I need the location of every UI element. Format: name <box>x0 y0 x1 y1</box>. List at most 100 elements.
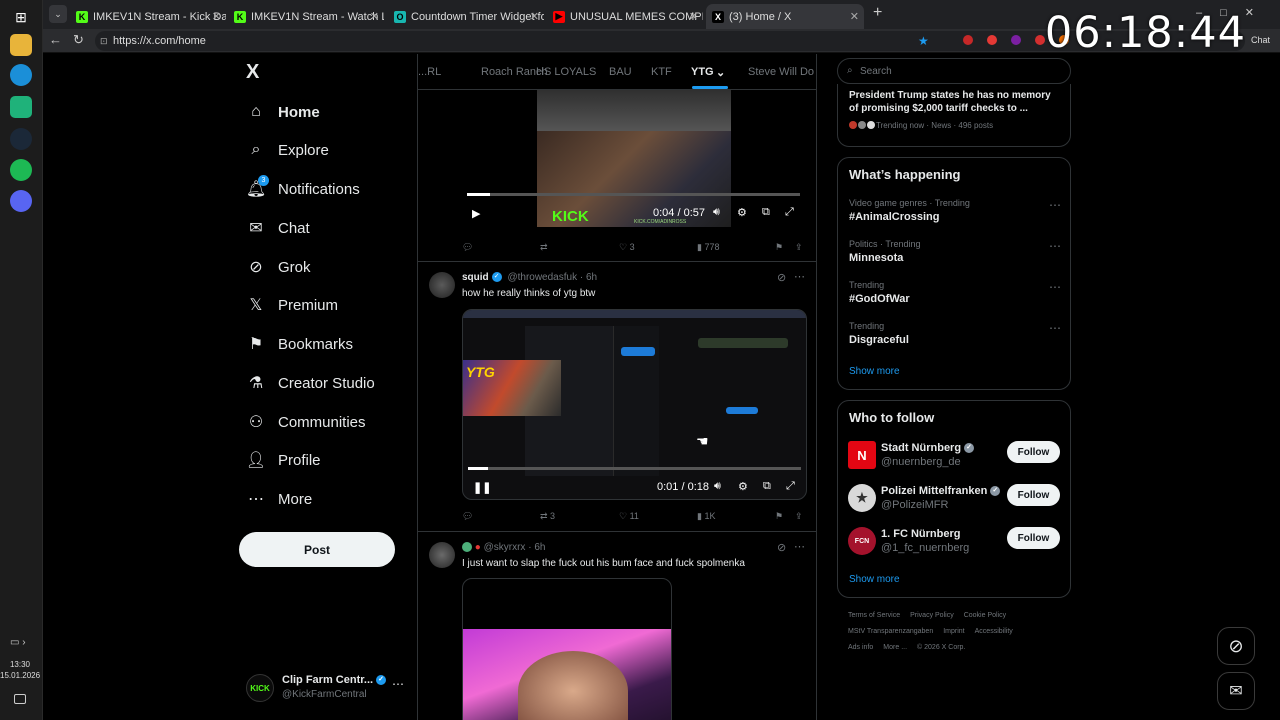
tab-close-icon[interactable]: ✕ <box>212 10 221 23</box>
grok-icon[interactable]: ⊘ <box>777 271 786 284</box>
bookmark-icon[interactable]: ⚑ <box>775 511 783 522</box>
like-icon[interactable]: ♡ 11 <box>619 511 639 522</box>
video-progress-bar[interactable] <box>467 193 800 196</box>
video-progress-bar[interactable] <box>468 467 801 470</box>
post-2-video[interactable]: YTG ❚❚ 0:01 / 0:18 🔊︎ ⚙ ⧉ ⤢ <box>462 309 807 500</box>
reply-icon[interactable]: 💬︎ <box>462 242 473 253</box>
post-2-handle[interactable]: @throwedasfuk <box>507 272 577 283</box>
tray-arrow-icon[interactable]: ▭ › <box>10 637 26 648</box>
volume-icon[interactable]: 🔊︎ <box>714 480 721 493</box>
browser-tab[interactable]: K IMKEV1N Stream - Kick Dashboard✕ <box>70 4 226 29</box>
nav-notifications[interactable]: 🔔︎ 3 Notifications <box>246 174 360 204</box>
nav-bookmarks[interactable]: ⚑ Bookmarks <box>246 329 353 359</box>
footer-link[interactable]: Cookie Policy <box>964 612 1006 619</box>
notification-center-icon[interactable] <box>14 694 26 704</box>
search-box[interactable]: ⌕ Search <box>837 58 1071 84</box>
spotify-icon[interactable] <box>10 159 32 181</box>
repost-icon[interactable]: ⇄ 3 <box>540 511 555 522</box>
new-tab-button[interactable]: + <box>873 4 882 22</box>
pip-icon[interactable]: ⧉ <box>763 480 771 493</box>
footer-link[interactable]: Privacy Policy <box>910 612 954 619</box>
trend-item[interactable]: Trending #GodOfWar ⋯ <box>849 280 1061 305</box>
site-info-icon[interactable]: ⊡ <box>100 31 108 51</box>
post-2-avatar[interactable] <box>429 272 455 298</box>
windows-start-icon[interactable]: ⊞ <box>10 6 32 28</box>
post-button[interactable]: Post <box>239 532 395 567</box>
nav-more[interactable]: ⋯ More <box>246 484 312 514</box>
trend-item[interactable]: Video game genres · Trending #AnimalCross… <box>849 198 1061 223</box>
steam-icon[interactable] <box>10 128 32 150</box>
x-logo-icon[interactable]: X <box>246 61 259 84</box>
nav-communities[interactable]: ⚇ Communities <box>246 407 366 437</box>
reload-icon[interactable]: ↻ <box>73 32 84 48</box>
favorite-star-icon[interactable]: ★ <box>918 31 929 51</box>
post-2-author[interactable]: squid <box>462 272 489 283</box>
show-more-follow[interactable]: Show more <box>849 574 900 585</box>
post-more-icon[interactable]: ⋯ <box>794 540 805 553</box>
share-icon[interactable]: ⇪ <box>795 242 803 253</box>
play-icon[interactable]: ▶ <box>472 207 480 220</box>
news-panel[interactable]: President Trump states he has no memory … <box>837 84 1071 147</box>
timeline-tab[interactable]: ...RL <box>418 66 441 78</box>
like-icon[interactable]: ♡ 3 <box>619 242 635 253</box>
post-more-icon[interactable]: ⋯ <box>794 270 805 283</box>
nav-premium[interactable]: 𝕏 Premium <box>246 290 338 320</box>
account-more-icon[interactable]: ⋯ <box>392 677 404 691</box>
footer-link[interactable]: Ads info <box>848 644 873 651</box>
share-icon[interactable]: ⇪ <box>795 511 803 522</box>
account-switcher[interactable]: KICK Clip Farm Centr... ✓ @KickFarmCentra… <box>246 672 406 706</box>
nav-creator-studio[interactable]: ⚗ Creator Studio <box>246 368 375 398</box>
edge-browser-icon[interactable] <box>10 64 32 86</box>
timeline-tab[interactable]: BAU <box>609 66 632 78</box>
news-headline[interactable]: President Trump states he has no memory … <box>849 89 1061 115</box>
fullscreen-icon[interactable]: ⤢ <box>786 480 795 493</box>
grok-icon[interactable]: ⊘ <box>777 541 786 554</box>
nav-explore[interactable]: ⌕ Explore <box>246 135 329 165</box>
volume-icon[interactable]: 🔊︎ <box>713 206 720 219</box>
settings-icon[interactable]: ⚙ <box>737 206 747 219</box>
search-input[interactable]: Search <box>860 66 892 77</box>
footer-link[interactable]: Accessibility <box>975 628 1013 635</box>
views-icon[interactable]: ▮ 778 <box>697 242 719 253</box>
file-explorer-icon[interactable] <box>10 34 32 56</box>
browser-tab[interactable]: ▶ UNUSUAL MEMES COMPILATION✕ <box>547 4 703 29</box>
footer-link[interactable]: More ... <box>883 644 907 651</box>
discord-icon[interactable] <box>10 190 32 212</box>
post-1[interactable]: KICK KICK.COM/ADINROSS ▶ 0:04 / 0:57 🔊︎ … <box>418 85 816 262</box>
post-3[interactable]: ● @skyrxrx · 6h ⊘ ⋯ I just want to slap … <box>418 532 816 720</box>
footer-link[interactable]: © 2026 X Corp. <box>917 644 965 651</box>
tab-list-chevron-icon[interactable]: ⌄ <box>49 5 67 23</box>
timeline-tab[interactable]: HS LOYALS <box>536 66 596 78</box>
post-1-video[interactable]: KICK KICK.COM/ADINROSS ▶ 0:04 / 0:57 🔊︎ … <box>462 85 807 233</box>
nav-grok[interactable]: ⊘ Grok <box>246 252 310 282</box>
browser-tab[interactable]: X (3) Home / X ✕ <box>706 4 864 29</box>
chevron-down-icon[interactable]: ⌄ <box>716 66 725 79</box>
follow-suggestion[interactable]: N Stadt Nürnberg ✓ @nuernberg_de Follow <box>848 441 1062 473</box>
timeline-tab[interactable]: YTG <box>691 66 714 78</box>
browser-chat-label[interactable]: Chat <box>1251 35 1270 45</box>
browser-tab[interactable]: K IMKEV1N Stream - Watch Live on✕ <box>228 4 384 29</box>
follow-button[interactable]: Follow <box>1007 484 1060 506</box>
trend-more-icon[interactable]: ⋯ <box>1049 321 1061 335</box>
timeline-tab[interactable]: Steve Will Do It <box>748 66 816 78</box>
fullscreen-icon[interactable]: ⤢ <box>785 206 794 219</box>
bookmark-icon[interactable]: ⚑ <box>775 242 783 253</box>
trend-more-icon[interactable]: ⋯ <box>1049 280 1061 294</box>
footer-link[interactable]: Imprint <box>943 628 964 635</box>
tab-close-icon[interactable]: ✕ <box>370 10 379 23</box>
post-2[interactable]: squid ✓ @throwedasfuk · 6h ⊘ ⋯ how he rea… <box>418 263 816 532</box>
trend-more-icon[interactable]: ⋯ <box>1049 239 1061 253</box>
follow-button[interactable]: Follow <box>1007 527 1060 549</box>
app-green-icon[interactable] <box>10 96 32 118</box>
tab-close-icon[interactable]: ✕ <box>689 10 698 23</box>
follow-button[interactable]: Follow <box>1007 441 1060 463</box>
trend-item[interactable]: Politics · Trending Minnesota ⋯ <box>849 239 1061 264</box>
post-3-avatar[interactable] <box>429 542 455 568</box>
settings-icon[interactable]: ⚙ <box>738 480 748 493</box>
footer-link[interactable]: Terms of Service <box>848 612 900 619</box>
reply-icon[interactable]: 💬︎ <box>462 511 473 522</box>
follow-suggestion[interactable]: ★ Polizei Mittelfranken ✓ @PolizeiMFR Follow <box>848 484 1062 516</box>
post-3-handle[interactable]: @skyrxrx <box>484 542 526 553</box>
repost-icon[interactable]: ⇄ <box>540 242 548 253</box>
post-3-video[interactable] <box>462 578 672 720</box>
